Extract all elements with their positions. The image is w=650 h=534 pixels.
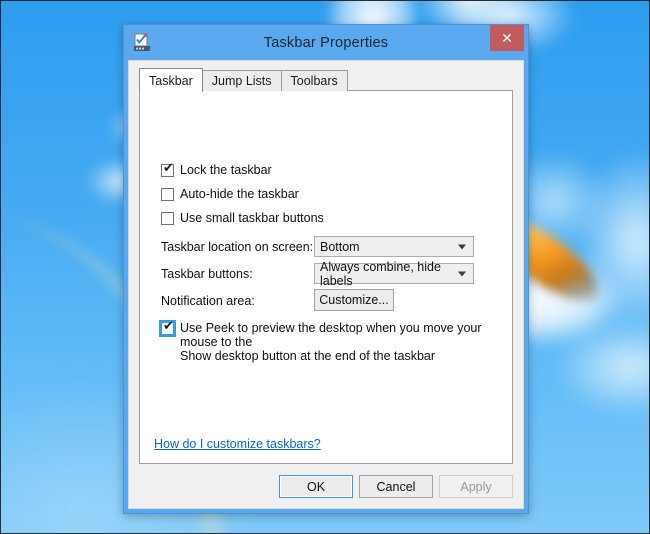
tab-strip: Taskbar Jump Lists Toolbars (139, 68, 348, 92)
auto-hide-checkbox-box[interactable] (161, 188, 174, 201)
ok-button[interactable]: OK (279, 475, 353, 498)
ok-button-label: OK (306, 479, 326, 494)
dialog-button-row: OK Cancel Apply (279, 475, 513, 498)
small-buttons-checkbox-box[interactable] (161, 212, 174, 225)
taskbar-buttons-dropdown[interactable]: Always combine, hide labels (314, 260, 474, 288)
tab-taskbar[interactable]: Taskbar (139, 68, 203, 92)
window-titlebar[interactable]: Taskbar Properties ✕ (124, 25, 528, 60)
cancel-button[interactable]: Cancel (359, 475, 433, 498)
lock-taskbar-checkbox-box[interactable]: ✔ (161, 161, 174, 177)
use-peek-checkbox-box[interactable]: ✔ (159, 319, 176, 337)
checkbox-use-small-taskbar-buttons[interactable]: Use small taskbar buttons (161, 211, 324, 225)
tab-jump-lists[interactable]: Jump Lists (201, 70, 282, 91)
taskbar-location-value: Bottom (320, 239, 360, 254)
use-peek-label: Use Peek to preview the desktop when you… (180, 321, 499, 363)
use-peek-label-line1: Use Peek to preview the desktop when you… (180, 321, 482, 349)
taskbar-properties-icon (133, 33, 152, 52)
auto-hide-label: Auto-hide the taskbar (180, 187, 299, 201)
checkbox-lock-the-taskbar[interactable]: ✔ Lock the taskbar (161, 161, 272, 177)
notification-area-label: Notification area: (161, 294, 255, 308)
taskbar-properties-window: Taskbar Properties ✕ Taskbar Jump Lists … (123, 24, 529, 514)
chevron-down-icon (458, 244, 466, 249)
taskbar-buttons-label: Taskbar buttons: (161, 267, 253, 281)
customize-button[interactable]: Customize... (314, 289, 394, 311)
how-do-i-customize-taskbars-link[interactable]: How do I customize taskbars? (154, 437, 321, 451)
taskbar-tab-panel: ✔ Lock the taskbar Auto-hide the taskbar… (139, 90, 513, 464)
tab-taskbar-label: Taskbar (149, 73, 193, 88)
taskbar-buttons-value: Always combine, hide labels (320, 259, 441, 288)
tab-toolbars-label: Toolbars (290, 74, 338, 88)
window-title: Taskbar Properties (263, 34, 389, 51)
apply-button-label: Apply (460, 479, 492, 494)
checkmark-icon: ✔ (163, 319, 174, 334)
use-peek-label-line2: Show desktop button at the end of the ta… (180, 349, 436, 363)
lock-taskbar-label: Lock the taskbar (180, 163, 272, 177)
checkmark-icon: ✔ (163, 161, 174, 176)
small-buttons-label: Use small taskbar buttons (180, 211, 324, 225)
chevron-down-icon (458, 271, 466, 276)
checkbox-auto-hide-the-taskbar[interactable]: Auto-hide the taskbar (161, 187, 299, 201)
tab-toolbars[interactable]: Toolbars (280, 70, 348, 91)
tab-jump-lists-label: Jump Lists (211, 74, 272, 88)
dialog-client-area: Taskbar Jump Lists Toolbars ✔ Lock the t… (128, 60, 524, 509)
taskbar-location-label: Taskbar location on screen: (161, 240, 314, 254)
apply-button: Apply (439, 475, 513, 498)
checkbox-use-peek[interactable]: ✔ Use Peek to preview the desktop when y… (159, 319, 499, 363)
cancel-button-label: Cancel (376, 479, 416, 494)
screen: Taskbar Properties ✕ Taskbar Jump Lists … (0, 0, 650, 534)
taskbar-location-dropdown[interactable]: Bottom (314, 236, 474, 257)
customize-button-label: Customize... (319, 293, 389, 307)
close-icon[interactable]: ✕ (490, 25, 524, 51)
